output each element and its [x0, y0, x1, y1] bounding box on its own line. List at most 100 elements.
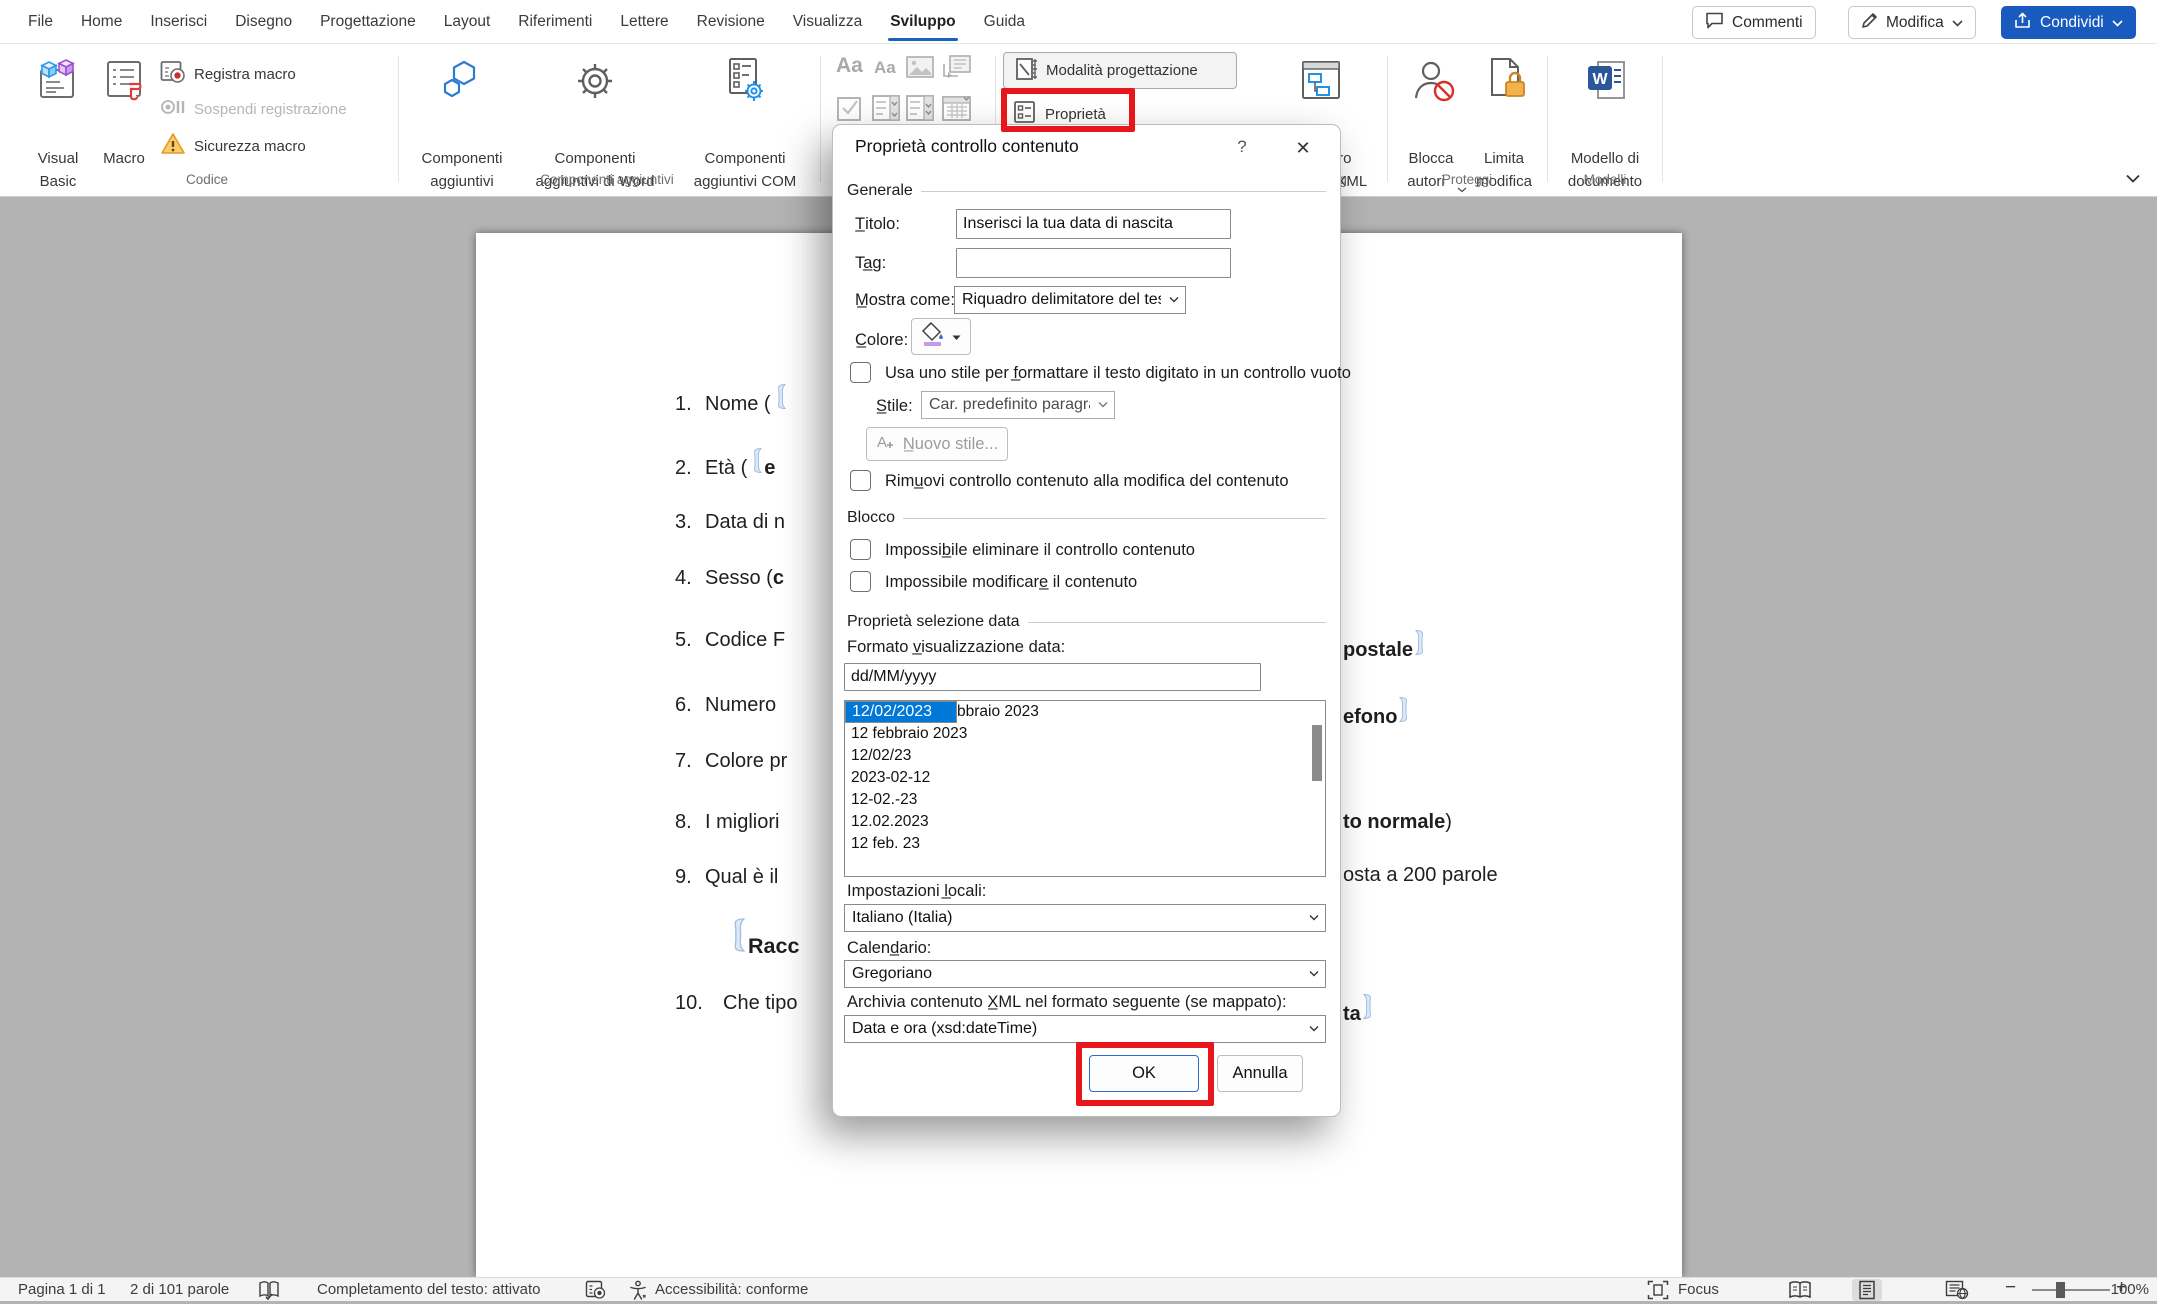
title-bar: File Home Inserisci Disegno Progettazion… — [0, 0, 2157, 44]
tab-file[interactable]: File — [14, 0, 67, 44]
collapse-ribbon-icon[interactable] — [2126, 170, 2140, 188]
formato-data-label: Formato v̲isualizzazione data: — [847, 638, 1065, 657]
tab-progettazione[interactable]: Progettazione — [306, 0, 430, 44]
design-mode-toggle[interactable]: Modalità progettazione — [1003, 52, 1237, 89]
tab-disegno[interactable]: Disegno — [221, 0, 306, 44]
web-layout-icon[interactable] — [1945, 1280, 1969, 1304]
tab-revisione[interactable]: Revisione — [683, 0, 779, 44]
list-item: 2.Età (e — [675, 447, 775, 480]
colore-label: C̲olore: — [855, 331, 908, 350]
tag-input[interactable] — [956, 248, 1231, 278]
stile-label: S̲tile: — [876, 397, 913, 416]
impostazioni-locali-label: Impostazioni l̲ocali: — [847, 882, 986, 901]
read-mode-icon[interactable] — [1788, 1280, 1812, 1304]
tab-home[interactable]: Home — [67, 0, 136, 44]
calendario-select[interactable]: Gregoriano — [844, 960, 1326, 988]
restrict-editing-button[interactable] — [1484, 56, 1528, 109]
addins-button[interactable] — [440, 58, 486, 109]
tag-label: Ta̲g: — [855, 254, 886, 273]
content-control-open-icon — [772, 383, 787, 416]
tab-guida[interactable]: Guida — [970, 0, 1039, 44]
focus-icon[interactable] — [1647, 1280, 1669, 1304]
focus-label[interactable]: Focus — [1678, 1278, 1719, 1302]
tab-riferimenti[interactable]: Riferimenti — [504, 0, 606, 44]
usa-stile-checkbox[interactable] — [850, 362, 871, 383]
record-macro-icon — [160, 60, 186, 88]
date-format-option[interactable]: 12/02/23 — [845, 745, 1325, 767]
macro-icon — [102, 91, 146, 108]
restrict-editing-label: Limita — [1484, 150, 1524, 167]
date-format-option[interactable]: 12/02/2023 — [845, 701, 957, 723]
word-addins-button[interactable] — [572, 58, 618, 109]
group-label-modelli: Modelli — [1584, 172, 1627, 187]
archivia-xml-label: Archivia contenuto X̲ML nel formato segu… — [847, 993, 1287, 1012]
date-format-option[interactable]: 12.02.2023 — [845, 811, 1325, 833]
zoom-slider-thumb[interactable] — [2056, 1282, 2065, 1298]
dialog-help-button[interactable]: ? — [1229, 137, 1255, 157]
page-indicator[interactable]: Pagina 1 di 1 — [18, 1278, 106, 1302]
document-fragment: efono — [1343, 696, 1414, 729]
date-format-option[interactable]: 12-02.-23 — [845, 789, 1325, 811]
record-macro-button[interactable]: Registra macro — [160, 60, 296, 88]
impossibile-modificare-checkbox[interactable] — [850, 571, 871, 592]
tab-sviluppo-active[interactable]: Sviluppo — [876, 0, 969, 44]
impossibile-modificare-label: Impossibile modificare̲ il contenuto — [885, 573, 1137, 592]
document-template-button[interactable]: W — [1584, 58, 1630, 109]
formato-data-input[interactable] — [844, 663, 1261, 691]
comments-button[interactable]: Commenti — [1692, 6, 1816, 39]
xml-mapping-pane-button[interactable] — [1299, 58, 1343, 109]
accessibility-status[interactable]: Accessibilità: conforme — [655, 1278, 808, 1302]
dialog-close-button[interactable]: ✕ — [1288, 134, 1318, 162]
visual-basic-button[interactable] — [36, 58, 80, 109]
colore-picker-button[interactable] — [911, 318, 971, 355]
zoom-level[interactable]: 100% — [2111, 1278, 2149, 1302]
archivia-xml-select[interactable]: Data e ora (xsd:dateTime) — [844, 1015, 1326, 1043]
visual-basic-icon — [36, 91, 80, 108]
impossibile-eliminare-checkbox[interactable] — [850, 539, 871, 560]
zoom-out-button[interactable]: − — [2005, 1276, 2016, 1300]
rich-text-control-button: Aa — [836, 54, 863, 78]
proofing-icon[interactable] — [258, 1280, 280, 1304]
print-layout-icon[interactable] — [1857, 1280, 1877, 1304]
plain-text-control-button: Aa — [874, 58, 896, 78]
macro-button[interactable] — [102, 58, 146, 109]
section-blocco: Blocco — [847, 509, 1326, 527]
com-addins-button[interactable] — [722, 56, 768, 109]
list-item: 5.Codice F — [675, 629, 785, 652]
mostra-come-select[interactable]: Riquadro delimitatore del testo — [954, 286, 1186, 314]
list-gear-icon — [722, 91, 768, 108]
tab-visualizza[interactable]: Visualizza — [779, 0, 877, 44]
date-format-list[interactable]: 12/02/2023domenica 12 febbraio 202312 fe… — [844, 700, 1326, 877]
accessibility-icon[interactable] — [628, 1280, 648, 1304]
chevron-down-icon — [1169, 297, 1179, 304]
rimuovi-checkbox[interactable] — [850, 470, 871, 491]
block-authors-button[interactable] — [1411, 58, 1457, 109]
date-format-option[interactable]: 12 feb. 23 — [845, 833, 1325, 855]
block-authors-label: Blocca — [1408, 150, 1453, 167]
tab-inserisci[interactable]: Inserisci — [136, 0, 221, 44]
macro-security-button[interactable]: Sicurezza macro — [160, 132, 306, 160]
list-item: 8.I migliori — [675, 811, 779, 834]
group-divider — [1387, 56, 1388, 182]
date-format-option[interactable]: 2023-02-12 — [845, 767, 1325, 789]
share-button[interactable]: Condividi — [2001, 6, 2136, 39]
titolo-input[interactable] — [956, 209, 1231, 239]
zoom-slider-track[interactable] — [2032, 1289, 2110, 1291]
text-completion-status[interactable]: Completamento del testo: attivato — [317, 1278, 540, 1302]
word-count[interactable]: 2 di 101 parole — [130, 1278, 229, 1302]
annulla-button[interactable]: Annulla — [1217, 1055, 1303, 1092]
content-control-close-icon — [1414, 629, 1429, 662]
document-fragment: postale — [1343, 629, 1430, 662]
date-format-option[interactable]: 12 febbraio 2023 — [845, 723, 1325, 745]
impostazioni-locali-select[interactable]: Italiano (Italia) — [844, 904, 1326, 932]
hexagons-icon — [440, 91, 486, 108]
annotation-box-ok — [1076, 1042, 1214, 1106]
list-scrollbar-thumb[interactable] — [1312, 725, 1322, 781]
edit-mode-button[interactable]: Modifica — [1848, 6, 1976, 39]
checkbox-control-icon — [836, 94, 864, 127]
nuovo-stile-button: A N̲uovo stile... — [866, 427, 1008, 461]
com-addins-label: Componenti — [705, 150, 786, 167]
tab-layout[interactable]: Layout — [430, 0, 505, 44]
tab-lettere[interactable]: Lettere — [606, 0, 682, 44]
macro-record-status-icon[interactable] — [585, 1280, 607, 1304]
